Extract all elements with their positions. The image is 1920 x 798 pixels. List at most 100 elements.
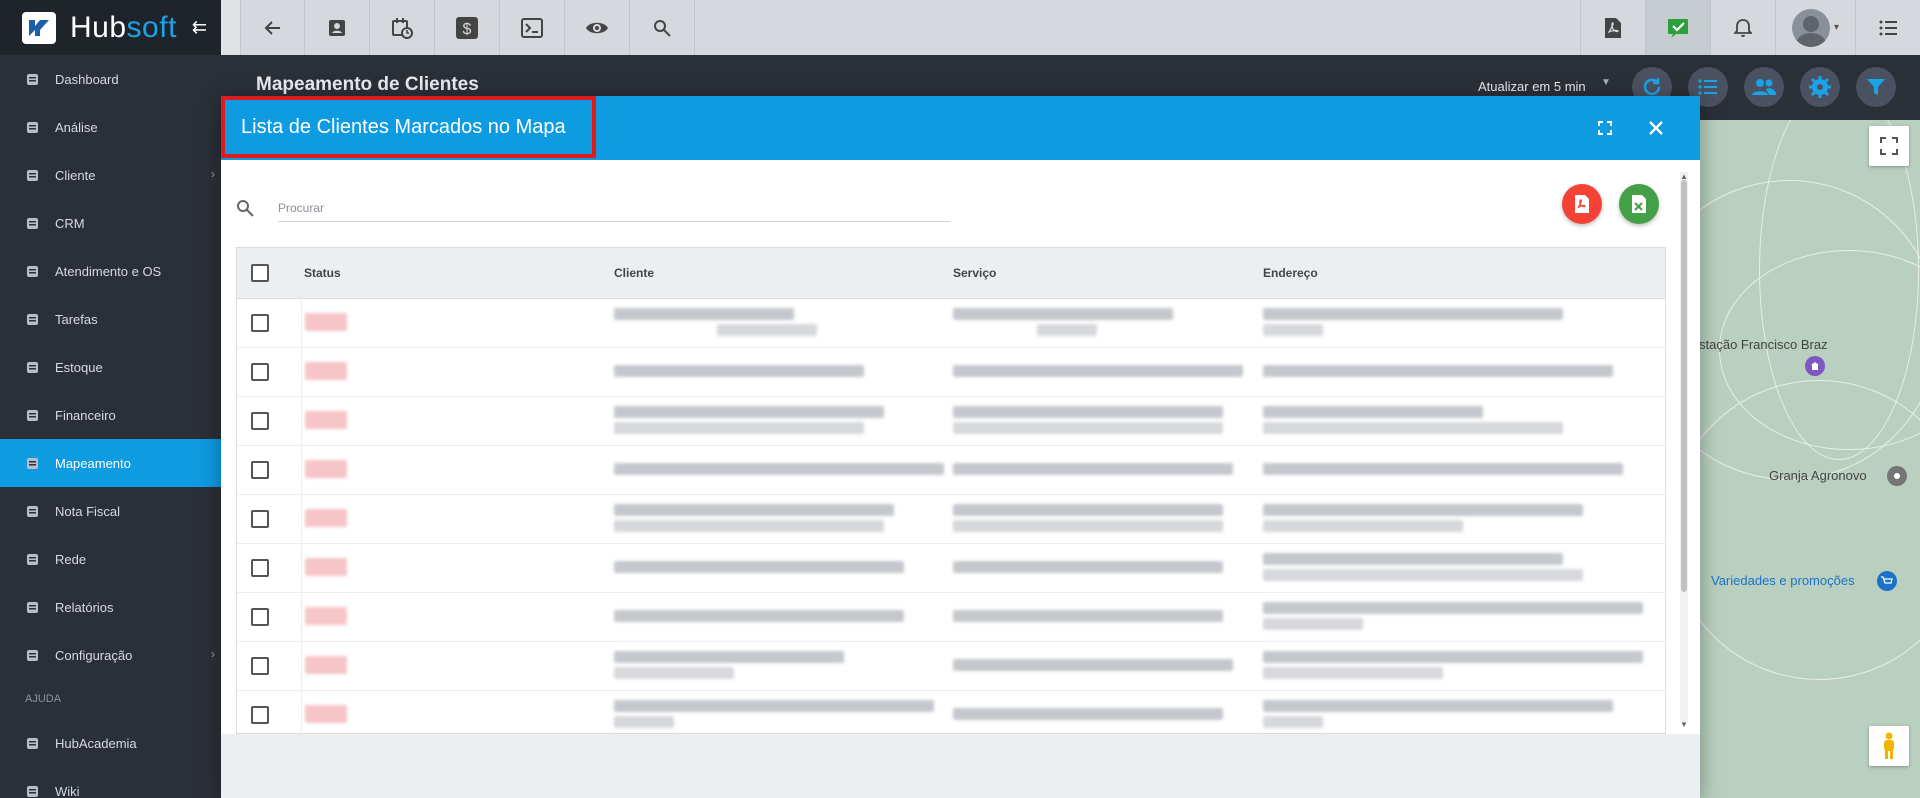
sidebar-item-mapeamento[interactable]: Mapeamento (0, 439, 221, 487)
eye-icon[interactable] (565, 0, 630, 55)
filter-button[interactable] (1856, 67, 1896, 107)
redacted-cell-text (1263, 406, 1483, 418)
table-row[interactable] (237, 446, 1665, 495)
row-checkbox[interactable] (251, 657, 269, 675)
clients-button[interactable] (1744, 67, 1784, 107)
dollar-icon[interactable]: $ (435, 0, 500, 55)
collapse-sidebar-icon[interactable]: ⇇ (192, 17, 207, 38)
redacted-cell-text (614, 716, 674, 728)
sidebar-item-label: Relatórios (55, 599, 114, 615)
column-header-cliente[interactable]: Cliente (614, 266, 654, 280)
export-pdf-button[interactable] (1562, 184, 1602, 224)
sidebar-item-dashboard[interactable]: Dashboard (0, 55, 221, 103)
table-row[interactable] (237, 299, 1665, 348)
redacted-cell-text (1263, 504, 1583, 516)
map-pin-icon[interactable] (1887, 466, 1907, 486)
sidebar-item-atendimento-e-os[interactable]: Atendimento e OS (0, 247, 221, 295)
table-row[interactable] (237, 642, 1665, 691)
avatar[interactable] (1791, 8, 1830, 47)
scroll-down-icon[interactable]: ▼ (1680, 720, 1688, 729)
sidebar-item-hubacademia[interactable]: HubAcademia (0, 719, 221, 767)
redacted-cell-text (614, 365, 864, 377)
row-checkbox[interactable] (251, 314, 269, 332)
sidebar-item-wiki[interactable]: Wiki (0, 767, 221, 798)
sidebar-item-nota-fiscal[interactable]: Nota Fiscal (0, 487, 221, 535)
vertical-scrollbar[interactable] (1680, 172, 1688, 722)
maximize-icon[interactable] (1591, 114, 1619, 142)
settings-button[interactable] (1800, 67, 1840, 107)
sidebar-item-configura-o[interactable]: Configuração › (0, 631, 221, 679)
search-row (236, 194, 1176, 224)
table-row[interactable] (237, 348, 1665, 397)
auto-refresh-select[interactable]: Atualizar em 5 min (1478, 79, 1586, 94)
check-badge-icon[interactable] (1645, 0, 1710, 55)
table-row[interactable] (237, 593, 1665, 642)
row-checkbox[interactable] (251, 608, 269, 626)
server-icon (25, 552, 39, 566)
table-row[interactable] (237, 495, 1665, 544)
contact-icon[interactable] (305, 0, 370, 55)
box-icon (25, 360, 39, 374)
sidebar-item-tarefas[interactable]: Tarefas (0, 295, 221, 343)
search-icon (236, 199, 254, 222)
row-checkbox[interactable] (251, 706, 269, 724)
select-all-checkbox[interactable] (251, 264, 269, 282)
map-pin-icon[interactable] (1805, 356, 1825, 376)
column-header-status[interactable]: Status (304, 266, 341, 280)
map-pin-icon (25, 456, 39, 470)
scroll-up-icon[interactable]: ▲ (1680, 172, 1688, 181)
redacted-cell-text (953, 659, 1233, 671)
sidebar-item-label: Atendimento e OS (55, 263, 162, 279)
row-checkbox[interactable] (251, 461, 269, 479)
row-checkbox[interactable] (251, 510, 269, 528)
sidebar-item-crm[interactable]: CRM (0, 199, 221, 247)
sidebar-item-relat-rios[interactable]: Relatórios (0, 583, 221, 631)
terminal-icon[interactable] (500, 0, 565, 55)
redacted-cell-text (1263, 651, 1643, 663)
status-badge (305, 460, 347, 478)
sidebar-item-cliente[interactable]: Cliente › (0, 151, 221, 199)
sidebar-item-an-lise[interactable]: Análise (0, 103, 221, 151)
sidebar-item-financeiro[interactable]: Financeiro (0, 391, 221, 439)
modal-footer (221, 734, 1700, 798)
export-excel-button[interactable] (1619, 184, 1659, 224)
map-area[interactable]: stação Francisco Braz Granja Agronovo Va… (1699, 120, 1920, 798)
redacted-cell-text (953, 463, 1233, 475)
table-row[interactable] (237, 691, 1665, 734)
sidebar: Hubsoft ⇇ Dashboard Análise Cliente › CRM Ate… (0, 0, 221, 798)
sidebar-item-rede[interactable]: Rede (0, 535, 221, 583)
redacted-cell-text (1263, 700, 1613, 712)
clients-list-modal: Lista de Clientes Marcados no Mapa Statu… (221, 96, 1700, 798)
bell-icon[interactable] (1710, 0, 1775, 55)
close-icon[interactable] (1642, 114, 1670, 142)
svg-text:$: $ (463, 21, 472, 38)
menu-list-icon[interactable] (1855, 0, 1920, 55)
pdf-icon[interactable] (1580, 0, 1645, 55)
column-header-endereco[interactable]: Endereço (1263, 266, 1318, 280)
redacted-cell-text (1263, 365, 1613, 377)
search-input[interactable] (278, 194, 950, 222)
calendar-clock-icon[interactable] (370, 0, 435, 55)
redacted-cell-text (1263, 308, 1563, 320)
sidebar-item-estoque[interactable]: Estoque (0, 343, 221, 391)
back-arrow-icon[interactable] (240, 0, 305, 55)
redacted-cell-text (953, 406, 1223, 418)
chevron-down-icon[interactable]: ▼ (1601, 77, 1611, 88)
fullscreen-map-icon[interactable] (1869, 126, 1909, 166)
search-icon[interactable] (630, 0, 695, 55)
redacted-cell-text (1263, 569, 1583, 581)
user-menu[interactable]: ▾ (1775, 0, 1855, 55)
table-row[interactable] (237, 397, 1665, 446)
column-header-servico[interactable]: Serviço (953, 266, 996, 280)
row-checkbox[interactable] (251, 363, 269, 381)
table-row[interactable] (237, 544, 1665, 593)
sidebar-item-label: Estoque (55, 359, 103, 375)
sidebar-item-label: Cliente (55, 167, 96, 183)
shopping-cart-icon[interactable] (1877, 571, 1897, 591)
row-checkbox[interactable] (251, 412, 269, 430)
redacted-cell-text (1263, 618, 1363, 630)
dashboard-icon (25, 72, 39, 86)
sidebar-item-label: Mapeamento (55, 455, 131, 471)
row-checkbox[interactable] (251, 559, 269, 577)
street-view-pegman-icon[interactable] (1869, 726, 1909, 766)
